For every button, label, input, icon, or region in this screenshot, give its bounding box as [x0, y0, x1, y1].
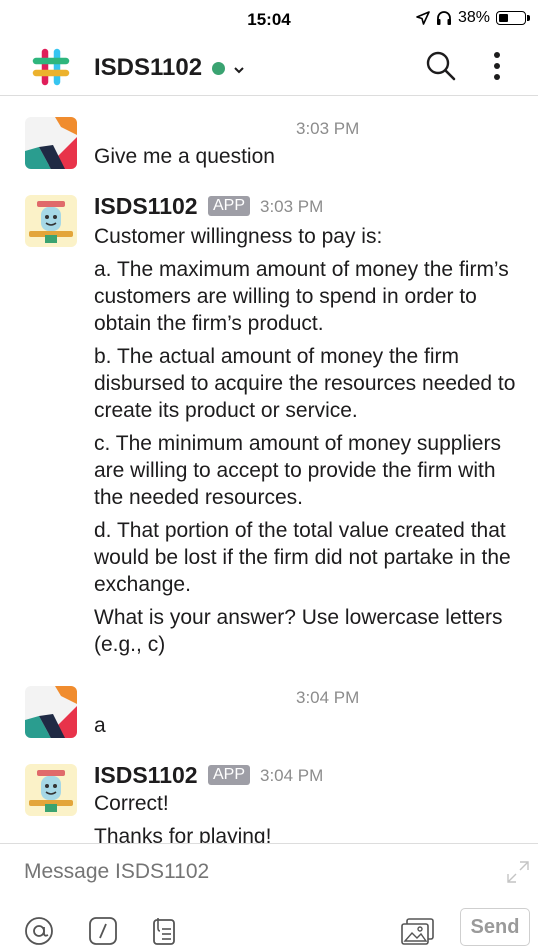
answer-option-b: b. The actual amount of money the firm d… — [94, 345, 516, 422]
battery-icon — [496, 11, 530, 25]
message-paragraph: Customer willingness to pay is: — [94, 225, 383, 248]
message-paragraph: Give me a question — [94, 145, 275, 168]
answer-option-c: c. The minimum amount of money suppliers… — [94, 432, 501, 509]
message-composer: Send — [0, 843, 538, 946]
app-badge: APP — [208, 765, 251, 785]
channel-title[interactable]: ISDS1102 — [94, 54, 202, 82]
message-timestamp: 3:03 PM — [260, 197, 324, 216]
slack-logo-icon[interactable] — [30, 46, 72, 88]
message-text: a — [94, 712, 524, 745]
status-icons: 38% — [416, 9, 530, 27]
message-timestamp: 3:04 PM — [296, 688, 360, 707]
message-input[interactable] — [24, 860, 484, 884]
message-timestamp: 3:04 PM — [260, 766, 324, 785]
message-list: 3:03 PM Give me a question ISDS1102 APP … — [0, 97, 538, 843]
answer-option-d: d. That portion of the total value creat… — [94, 519, 511, 596]
battery-fill — [499, 14, 509, 22]
at-mention-icon[interactable] — [24, 916, 54, 946]
message-paragraph: What is your answer? Use lowercase lette… — [94, 606, 503, 656]
send-button[interactable]: Send — [460, 908, 530, 946]
sender-name[interactable]: ISDS1102 — [94, 762, 198, 789]
expand-icon[interactable] — [506, 860, 530, 884]
search-icon[interactable] — [426, 50, 456, 82]
user-avatar-icon — [25, 686, 77, 738]
answer-option-a: a. The maximum amount of money the firm’… — [94, 258, 509, 335]
message-paragraph: Thanks for playing! — [94, 825, 272, 843]
bot-avatar-icon — [25, 195, 77, 247]
image-icon[interactable] — [400, 916, 436, 946]
battery-tip — [527, 15, 530, 21]
file-attach-icon[interactable] — [150, 916, 180, 946]
message-text: Correct! Thanks for playing! — [94, 790, 524, 843]
app-badge: APP — [208, 196, 251, 216]
slash-command-icon[interactable] — [88, 916, 118, 946]
channel-header: ISDS1102 — [0, 40, 538, 96]
status-bar: 15:04 38% — [0, 0, 538, 40]
presence-indicator — [212, 62, 225, 75]
message-text: Customer willingness to pay is: a. The m… — [94, 223, 524, 664]
message-paragraph: Correct! — [94, 792, 169, 815]
message-paragraph: a — [94, 714, 106, 737]
bot-avatar-icon — [25, 764, 77, 816]
screen: 15:04 38% ISDS1102 3:03 PM Give me a que… — [0, 0, 538, 946]
message-timestamp: 3:03 PM — [296, 119, 360, 138]
user-avatar-icon — [25, 117, 77, 169]
headphones-icon — [436, 11, 451, 25]
more-vertical-icon[interactable] — [484, 50, 510, 82]
location-arrow-icon — [416, 11, 430, 25]
battery-percent: 38% — [457, 9, 490, 26]
message-text: Give me a question — [94, 143, 524, 176]
chevron-down-icon[interactable] — [233, 64, 245, 76]
sender-name[interactable]: ISDS1102 — [94, 193, 198, 220]
